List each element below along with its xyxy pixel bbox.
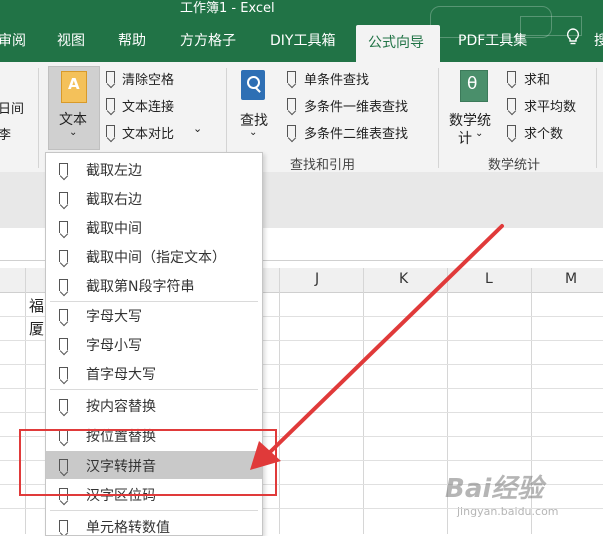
bookmark-icon <box>507 98 516 110</box>
bookmark-icon <box>59 221 68 233</box>
annotation-highlight-box <box>19 429 277 496</box>
menu-item-label: 单元格转数值 <box>86 520 170 536</box>
tab-search-cut[interactable]: 搜 <box>594 30 603 50</box>
find-icon <box>241 70 265 100</box>
ribbon-tabs: 审阅 视图 帮助 方方格子 DIY工具箱 公式向导 PDF工具集 搜 <box>0 6 603 62</box>
menu-item-label: 字母小写 <box>86 338 142 354</box>
theta-icon: θ <box>460 70 488 102</box>
column-l[interactable]: L <box>485 271 493 287</box>
count-button[interactable]: 求个数 <box>524 123 563 142</box>
cell-text[interactable]: 厦 <box>29 318 44 339</box>
group-label-math: 数学统计 <box>488 158 541 173</box>
tab-formula-wizard-label: 公式向导 <box>368 35 424 51</box>
tab-pdf-tools[interactable]: PDF工具集 <box>458 30 527 50</box>
bookmark-icon <box>507 125 516 137</box>
menu-separator <box>50 389 258 390</box>
math-stats-button[interactable]: θ 数学统 计 ⌄ <box>448 70 498 150</box>
menu-item-lowercase[interactable]: 字母小写 <box>46 330 262 358</box>
tab-diy-toolbox[interactable]: DIY工具箱 <box>270 30 335 50</box>
bookmark-icon <box>59 338 68 350</box>
multi-condition-2d-find-button[interactable]: 多条件二维表查找 <box>304 123 408 142</box>
menu-item-label: 截取第N段字符串 <box>86 279 195 295</box>
menu-separator <box>50 510 258 511</box>
bookmark-icon <box>59 367 68 379</box>
menu-item-label: 截取中间 <box>86 221 142 237</box>
chevron-down-icon: ⌄ <box>69 127 78 138</box>
column-k[interactable]: K <box>399 271 408 287</box>
bookmark-icon <box>106 98 115 110</box>
menu-item-label: 字母大写 <box>86 309 142 325</box>
bookmark-icon <box>59 399 68 411</box>
bookmark-icon <box>507 71 516 83</box>
menu-item-label: 首字母大写 <box>86 367 156 383</box>
text-button-label: 文本 <box>59 112 87 128</box>
bookmark-icon <box>106 125 115 137</box>
chevron-down-icon: ⌄ <box>475 128 484 139</box>
watermark-brand: Bai经验 <box>445 474 544 504</box>
text-button[interactable]: A 文本 ⌄ <box>48 66 100 150</box>
menu-item-label: 按内容替换 <box>86 399 156 415</box>
grid-line <box>279 268 280 534</box>
menu-item-left-substring[interactable]: 截取左边 <box>46 155 262 183</box>
bookmark-icon <box>106 71 115 83</box>
lightbulb-icon[interactable] <box>566 28 580 46</box>
bookmark-icon <box>59 279 68 291</box>
cell-text[interactable]: 福 <box>29 295 44 316</box>
separator <box>438 68 439 168</box>
menu-item-right-substring[interactable]: 截取右边 <box>46 184 262 212</box>
menu-item-nth-segment[interactable]: 截取第N段字符串 <box>46 271 262 299</box>
text-compare-button[interactable]: 文本对比 <box>122 123 174 142</box>
column-j[interactable]: J <box>315 271 319 287</box>
menu-item-capitalize[interactable]: 首字母大写 <box>46 359 262 387</box>
menu-item-middle-substring[interactable]: 截取中间 <box>46 213 262 241</box>
text-icon: A <box>61 71 87 103</box>
menu-item-middle-by-text[interactable]: 截取中间（指定文本） <box>46 242 262 270</box>
multi-condition-1d-find-button[interactable]: 多条件一维表查找 <box>304 96 408 115</box>
baidu-watermark: Bai经验 jingyan.baidu.com <box>445 468 600 528</box>
find-button[interactable]: 查找 ⌄ <box>237 70 273 150</box>
average-button[interactable]: 求平均数 <box>524 96 576 115</box>
separator <box>38 68 39 168</box>
window-title: 工作簿1 - Excel <box>180 1 275 16</box>
tab-review[interactable]: 审阅 <box>0 30 26 50</box>
ribbon-cut-label: 日间 <box>0 102 25 117</box>
menu-item-cell-to-number[interactable]: 单元格转数值 <box>46 512 262 536</box>
bookmark-icon <box>59 250 68 262</box>
column-m[interactable]: M <box>565 271 577 287</box>
ribbon-cut-label: 李 <box>0 128 12 143</box>
menu-item-uppercase[interactable]: 字母大写 <box>46 301 262 329</box>
tab-formula-wizard[interactable]: 公式向导 <box>356 25 440 62</box>
bookmark-icon <box>287 125 296 137</box>
sum-button[interactable]: 求和 <box>524 69 550 88</box>
bookmark-icon <box>59 309 68 321</box>
menu-item-label: 截取右边 <box>86 192 142 208</box>
group-label-find: 查找和引用 <box>290 158 356 173</box>
menu-item-replace-by-content[interactable]: 按内容替换 <box>46 391 262 419</box>
math-stats-label: 数学统 <box>449 113 491 129</box>
math-stats-label: 计 <box>458 131 472 147</box>
separator <box>596 68 597 168</box>
tab-help[interactable]: 帮助 <box>118 30 146 50</box>
text-join-button[interactable]: 文本连接 <box>122 96 174 115</box>
bookmark-icon <box>287 98 296 110</box>
bookmark-icon <box>59 163 68 175</box>
menu-item-label: 截取中间（指定文本） <box>86 250 226 266</box>
menu-item-label: 截取左边 <box>86 163 142 179</box>
chevron-down-icon[interactable]: ⌄ <box>193 122 202 135</box>
chevron-down-icon: ⌄ <box>249 127 258 138</box>
bookmark-icon <box>59 192 68 204</box>
tab-view[interactable]: 视图 <box>57 30 85 50</box>
watermark-url: jingyan.baidu.com <box>457 505 559 518</box>
grid-line <box>363 268 364 534</box>
bookmark-icon <box>287 71 296 83</box>
clear-space-button[interactable]: 清除空格 <box>122 69 174 88</box>
bookmark-icon <box>59 520 68 532</box>
single-condition-find-button[interactable]: 单条件查找 <box>304 69 369 88</box>
tab-fangfang[interactable]: 方方格子 <box>180 30 236 50</box>
